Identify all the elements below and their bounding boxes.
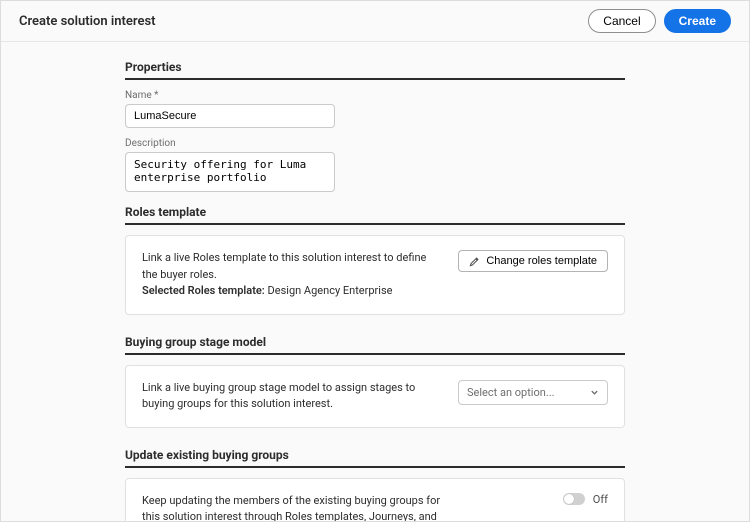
- chevron-down-icon: [590, 388, 599, 397]
- properties-section-title: Properties: [125, 60, 625, 74]
- name-field: Name: [125, 90, 625, 128]
- roles-description: Link a live Roles template to this solut…: [142, 250, 442, 283]
- create-button[interactable]: Create: [664, 9, 731, 33]
- auto-update-toggle[interactable]: [563, 493, 585, 505]
- description-field: Description: [125, 138, 625, 195]
- change-roles-template-label: Change roles template: [486, 255, 597, 267]
- change-roles-template-button[interactable]: Change roles template: [458, 250, 608, 272]
- pencil-icon: [469, 256, 480, 267]
- stage-rule: [125, 353, 625, 355]
- create-solution-interest-dialog: Create solution interest Cancel Create P…: [0, 0, 750, 522]
- stage-card: Link a live buying group stage model to …: [125, 365, 625, 428]
- header-actions: Cancel Create: [588, 9, 731, 33]
- stage-model-placeholder: Select an option...: [467, 386, 555, 399]
- stage-model-select[interactable]: Select an option...: [458, 380, 608, 405]
- cancel-button[interactable]: Cancel: [588, 9, 655, 33]
- update-description: Keep updating the members of the existin…: [142, 493, 442, 522]
- name-label: Name: [125, 90, 625, 101]
- roles-selected-value: Design Agency Enterprise: [268, 284, 393, 297]
- properties-rule: [125, 78, 625, 80]
- roles-card-text: Link a live Roles template to this solut…: [142, 250, 442, 300]
- stage-section-title: Buying group stage model: [125, 335, 625, 349]
- update-rule: [125, 466, 625, 468]
- roles-selected-line: Selected Roles template: Design Agency E…: [142, 283, 442, 300]
- description-label: Description: [125, 138, 625, 149]
- dialog-title: Create solution interest: [19, 14, 156, 29]
- roles-rule: [125, 223, 625, 225]
- name-input[interactable]: [125, 104, 335, 128]
- toggle-state-label: Off: [593, 493, 608, 506]
- update-section-title: Update existing buying groups: [125, 448, 625, 462]
- roles-section-title: Roles template: [125, 205, 625, 219]
- roles-card: Link a live Roles template to this solut…: [125, 235, 625, 315]
- roles-selected-label: Selected Roles template:: [142, 284, 265, 297]
- dialog-header: Create solution interest Cancel Create: [1, 1, 749, 42]
- content-column: Properties Name Description Roles templa…: [125, 60, 625, 521]
- dialog-body[interactable]: Properties Name Description Roles templa…: [1, 42, 749, 521]
- stage-description: Link a live buying group stage model to …: [142, 380, 442, 413]
- description-input[interactable]: [125, 152, 335, 192]
- update-toggle-wrap: Off: [563, 493, 608, 506]
- update-card: Keep updating the members of the existin…: [125, 478, 625, 522]
